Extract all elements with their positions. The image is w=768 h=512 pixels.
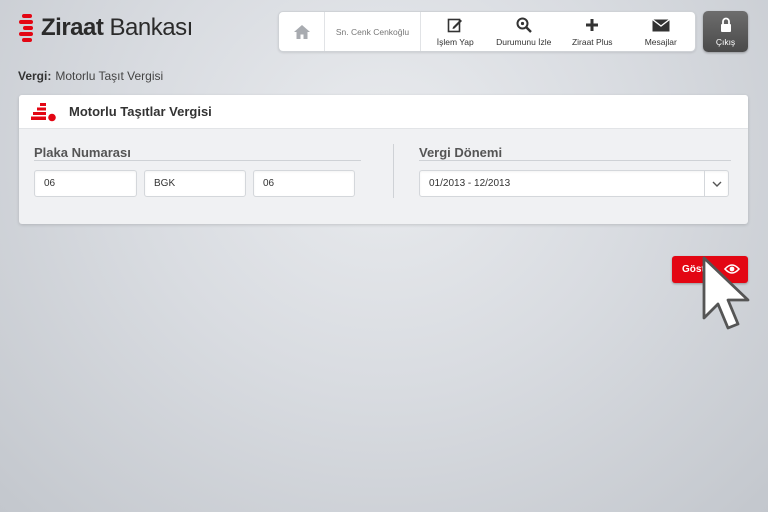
period-select[interactable]: 01/2013 - 12/2013 xyxy=(419,170,729,197)
plate-letters-field[interactable]: BGK xyxy=(144,170,246,197)
nav-item-label: Mesajlar xyxy=(644,36,677,47)
nav-islem-yap[interactable]: İşlem Yap xyxy=(421,12,490,51)
section-divider xyxy=(393,144,394,198)
nav-item-label: İşlem Yap xyxy=(436,36,474,47)
plate-number-field[interactable]: 06 xyxy=(253,170,355,197)
ziraat-logo: Ziraat Bankası xyxy=(18,12,193,44)
period-divider xyxy=(419,160,731,161)
nav-item-label: Ziraat Plus xyxy=(571,36,613,47)
search-icon xyxy=(516,17,532,33)
exit-button[interactable]: Çıkış xyxy=(703,11,748,52)
tax-icon xyxy=(31,102,56,121)
nav-item-label: Durumunu İzle xyxy=(496,36,552,47)
lock-icon xyxy=(720,17,731,32)
mouse-cursor-icon xyxy=(702,256,750,330)
period-label: Vergi Dönemi xyxy=(419,145,503,160)
breadcrumb-label: Vergi: xyxy=(18,69,52,83)
plate-divider xyxy=(34,160,361,161)
exit-label: Çıkış xyxy=(715,36,736,47)
breadcrumb: Vergi: Motorlu Taşıt Vergisi xyxy=(18,69,163,83)
brand-name: Ziraat Bankası xyxy=(41,14,193,41)
chevron-down-icon xyxy=(712,181,721,187)
ziraat-logo-icon xyxy=(18,12,36,44)
user-name: Sn. Cenk Cenkoğlu xyxy=(325,12,421,51)
select-arrow[interactable] xyxy=(704,171,728,196)
period-value: 01/2013 - 12/2013 xyxy=(429,178,511,189)
plus-icon xyxy=(586,19,599,31)
panel-title: Motorlu Taşıtlar Vergisi xyxy=(69,104,212,119)
panel-header: Motorlu Taşıtlar Vergisi xyxy=(19,95,748,129)
home-button[interactable] xyxy=(279,12,325,51)
home-icon xyxy=(293,24,310,39)
plate-city-field[interactable]: 06 xyxy=(34,170,137,197)
top-navigation: Sn. Cenk Cenkoğlu İşlem Yap Durumunu İzl… xyxy=(278,11,696,52)
breadcrumb-value: Motorlu Taşıt Vergisi xyxy=(55,69,164,83)
nav-durumunu-izle[interactable]: Durumunu İzle xyxy=(490,12,559,51)
nav-mesajlar[interactable]: Mesajlar xyxy=(627,12,696,51)
envelope-icon xyxy=(651,18,670,31)
nav-ziraat-plus[interactable]: Ziraat Plus xyxy=(558,12,627,51)
edit-icon xyxy=(447,18,463,33)
plate-label: Plaka Numarası xyxy=(34,145,131,160)
